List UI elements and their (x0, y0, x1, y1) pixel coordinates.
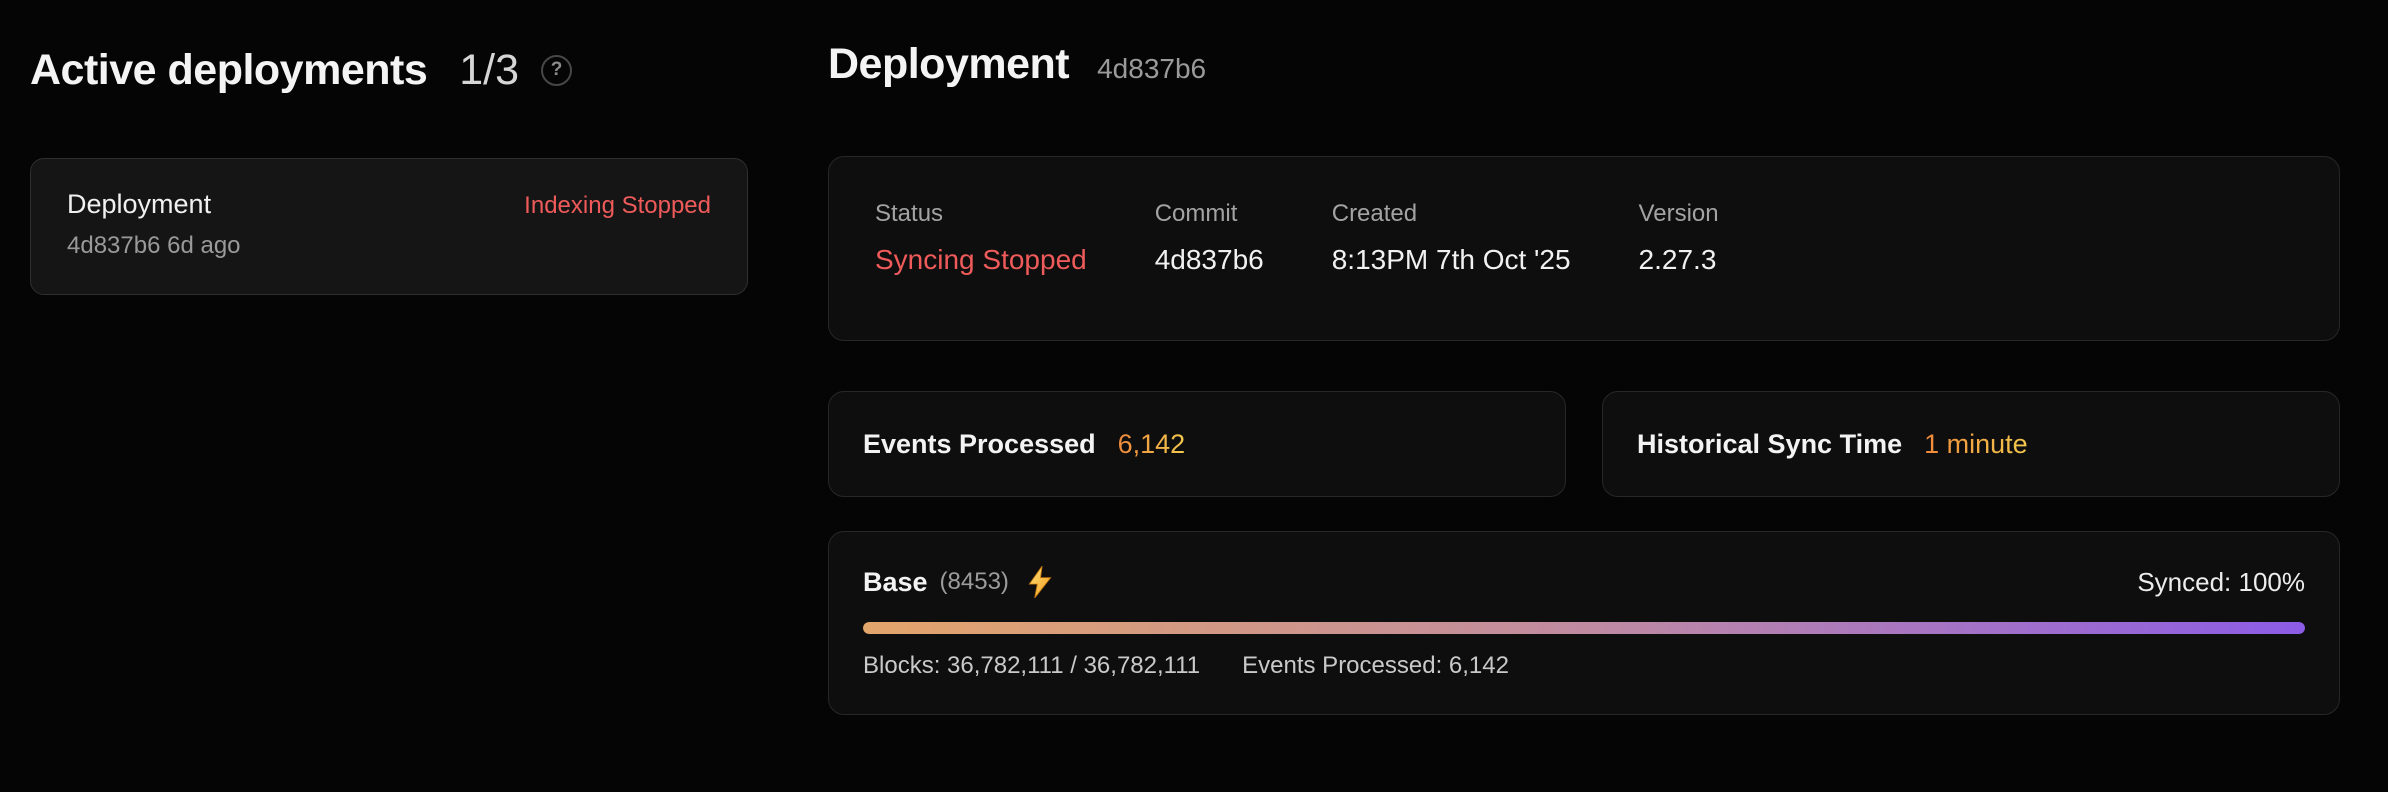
meta-status: Status Syncing Stopped (875, 199, 1087, 277)
active-deployments-header: Active deployments 1/3 ? (30, 40, 748, 100)
deployment-commit-hash: 4d837b6 (1097, 53, 1206, 85)
deployment-detail-title: Deployment (828, 40, 1069, 89)
chain-events-processed-label: Events Processed: 6,142 (1242, 652, 1509, 680)
version-label: Version (1639, 199, 1719, 229)
chain-identity: Base (8453) (863, 566, 1053, 598)
active-deployments-title: Active deployments (30, 46, 427, 95)
chain-name: Base (863, 567, 928, 598)
chain-sync-header: Base (8453) Synced: 100% (863, 566, 2305, 598)
events-processed-label: Events Processed (863, 429, 1096, 460)
historical-sync-time-label: Historical Sync Time (1637, 429, 1902, 460)
deployments-dashboard: Active deployments 1/3 ? Deployment Inde… (0, 0, 2388, 792)
meta-created: Created 8:13PM 7th Oct '25 (1332, 199, 1571, 277)
sync-progress-track (863, 622, 2305, 634)
active-deployments-count: 1/3 (459, 46, 519, 95)
deployment-list-item-row: Deployment Indexing Stopped (67, 189, 711, 220)
stats-row: Events Processed 6,142 Historical Sync T… (828, 391, 2340, 497)
version-value: 2.27.3 (1639, 243, 1719, 277)
blocks-progress-label: Blocks: 36,782,111 / 36,782,111 (863, 652, 1200, 680)
created-value: 8:13PM 7th Oct '25 (1332, 243, 1571, 277)
events-processed-value: 6,142 (1118, 429, 1186, 460)
deployment-detail-panel: Deployment 4d837b6 Status Syncing Stoppe… (828, 40, 2340, 792)
created-label: Created (1332, 199, 1571, 229)
question-mark-icon[interactable]: ? (541, 55, 572, 86)
deployment-meta-card: Status Syncing Stopped Commit 4d837b6 Cr… (828, 156, 2340, 341)
chain-id: (8453) (940, 568, 1009, 596)
commit-label: Commit (1155, 199, 1264, 229)
status-label: Status (875, 199, 1087, 229)
events-processed-card: Events Processed 6,142 (828, 391, 1566, 497)
historical-sync-time-card: Historical Sync Time 1 minute (1602, 391, 2340, 497)
meta-version: Version 2.27.3 (1639, 199, 1719, 277)
historical-sync-time-value: 1 minute (1924, 429, 2028, 460)
meta-commit: Commit 4d837b6 (1155, 199, 1264, 277)
deployment-list-item[interactable]: Deployment Indexing Stopped 4d837b6 6d a… (30, 158, 748, 295)
lightning-bolt-icon (1027, 566, 1053, 598)
chain-sync-footer: Blocks: 36,782,111 / 36,782,111 Events P… (863, 652, 2305, 680)
sync-progress-fill (863, 622, 2305, 634)
active-deployments-panel: Active deployments 1/3 ? Deployment Inde… (30, 40, 748, 792)
synced-percent-label: Synced: 100% (2137, 567, 2305, 598)
chain-sync-card: Base (8453) Synced: 100% (828, 531, 2340, 715)
commit-value: 4d837b6 (1155, 243, 1264, 277)
status-value: Syncing Stopped (875, 243, 1087, 277)
deployment-detail-header: Deployment 4d837b6 (828, 40, 2340, 100)
deployment-item-meta: 4d837b6 6d ago (67, 232, 711, 260)
deployment-item-status-badge: Indexing Stopped (524, 192, 711, 220)
deployment-item-name: Deployment (67, 189, 211, 220)
